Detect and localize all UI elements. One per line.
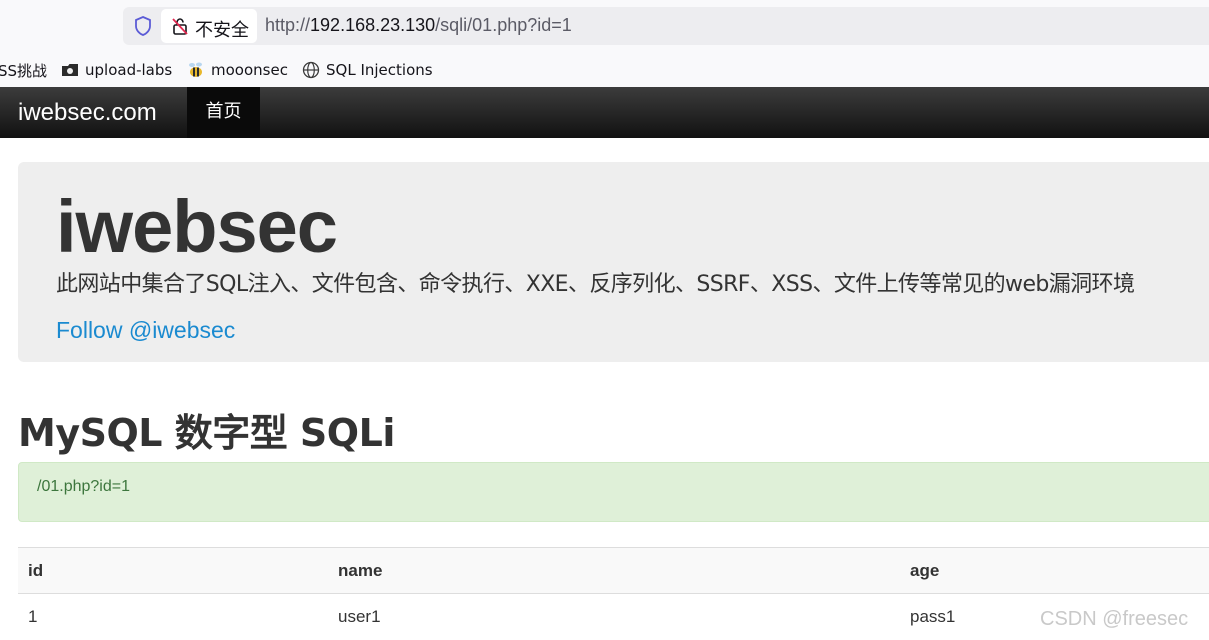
follow-link[interactable]: Follow @iwebsec [56,317,235,344]
alert-text: /01.php?id=1 [37,478,130,495]
cell-name: user1 [338,606,381,626]
cell-id: 1 [28,606,38,626]
url-path: /sqli/01.php?id=1 [435,15,572,35]
bookmark-label: mooonsec [211,61,288,79]
url-host: 192.168.23.130 [310,15,436,35]
bookmark-sql-injections[interactable]: SQL Injections [302,60,433,80]
tracking-protection-shield-icon[interactable] [133,15,153,37]
bookmark-ss-challenge[interactable]: SS挑战 [0,60,47,80]
column-header-age: age [900,547,1209,594]
bookmarks-bar: SS挑战 upload-labs mooonsec SQL Injections [0,52,1209,87]
bookmark-label: SQL Injections [326,61,433,79]
results-table: id name age 1 user1 pass1 [18,547,1209,640]
site-title: iwebsec [56,185,338,268]
page-title: MySQL 数字型 SQLi [18,411,395,455]
bee-icon [189,62,202,77]
site-description: 此网站中集合了SQL注入、文件包含、命令执行、XXE、反序列化、SSRF、XSS… [56,272,1135,297]
site-security-indicator[interactable]: 不安全 [161,9,257,43]
jumbotron: iwebsec 此网站中集合了SQL注入、文件包含、命令执行、XXE、反序列化、… [18,162,1209,362]
site-navbar: iwebsec.com 首页 [0,87,1209,138]
watermark: CSDN @freesec [1040,608,1189,630]
url-text[interactable]: http://192.168.23.130/sqli/01.php?id=1 [265,15,572,36]
insecure-lock-icon [172,18,188,35]
bookmark-mooonsec[interactable]: mooonsec [187,60,288,80]
bookmark-upload-labs[interactable]: upload-labs [61,60,172,80]
column-header-name: name [328,547,900,594]
navbar-brand[interactable]: iwebsec.com [18,99,157,127]
column-header-id: id [18,547,328,594]
table-header-row: id name age [18,547,1209,594]
browser-toolbar: 不安全 http://192.168.23.130/sqli/01.php?id… [0,0,1209,52]
nav-item-home[interactable]: 首页 [187,87,260,138]
url-prefix: http:// [265,15,311,35]
bookmark-label: SS挑战 [0,61,48,80]
globe-icon [302,61,320,79]
bookmark-label: upload-labs [85,61,173,79]
security-label: 不安全 [195,20,249,41]
table-row: 1 user1 pass1 [18,594,1209,640]
folder-icon [62,64,78,76]
query-alert: /01.php?id=1 [18,462,1209,522]
